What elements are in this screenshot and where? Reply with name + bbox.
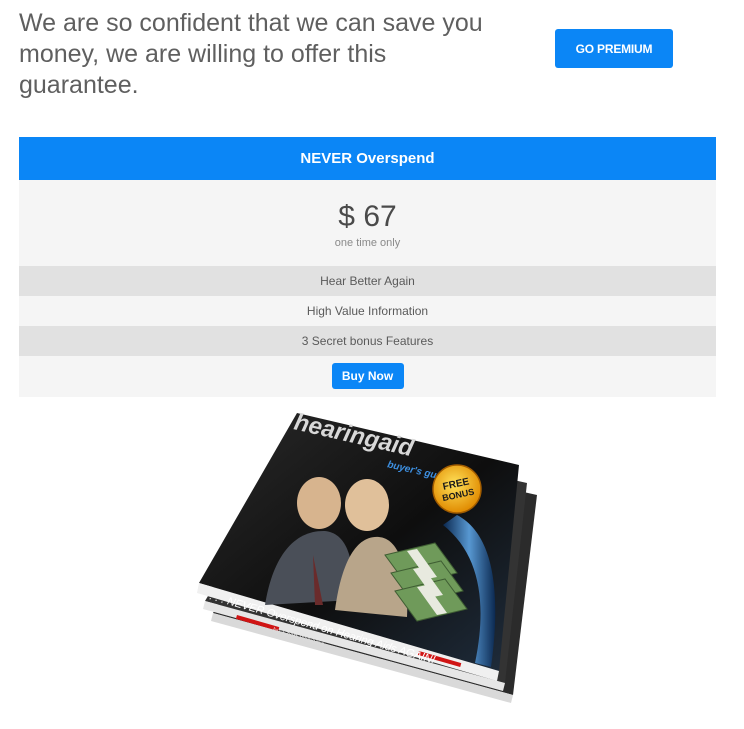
headline: We are so confident that we can save you… [19,9,483,99]
plan-price: $ 67 [338,200,397,233]
product-book-image: hearingaid buyer's guide FREE BONUS . . … [197,409,537,703]
feature-item: 3 Secret bonus Features [19,326,716,356]
go-premium-button[interactable]: GO PREMIUM [555,29,673,68]
plan-title: NEVER Overspend [19,137,716,180]
pricing-table: NEVER Overspend $ 67 one time only Hear … [19,137,716,397]
buy-now-button[interactable]: Buy Now [331,363,404,389]
price-box: $ 67 one time only [19,180,716,266]
feature-item: Hear Better Again [19,266,716,296]
feature-item: High Value Information [19,296,716,326]
price-note: one time only [334,237,401,249]
free-bonus-badge: FREE BONUS [432,464,482,514]
buy-row: Buy Now [19,356,716,397]
